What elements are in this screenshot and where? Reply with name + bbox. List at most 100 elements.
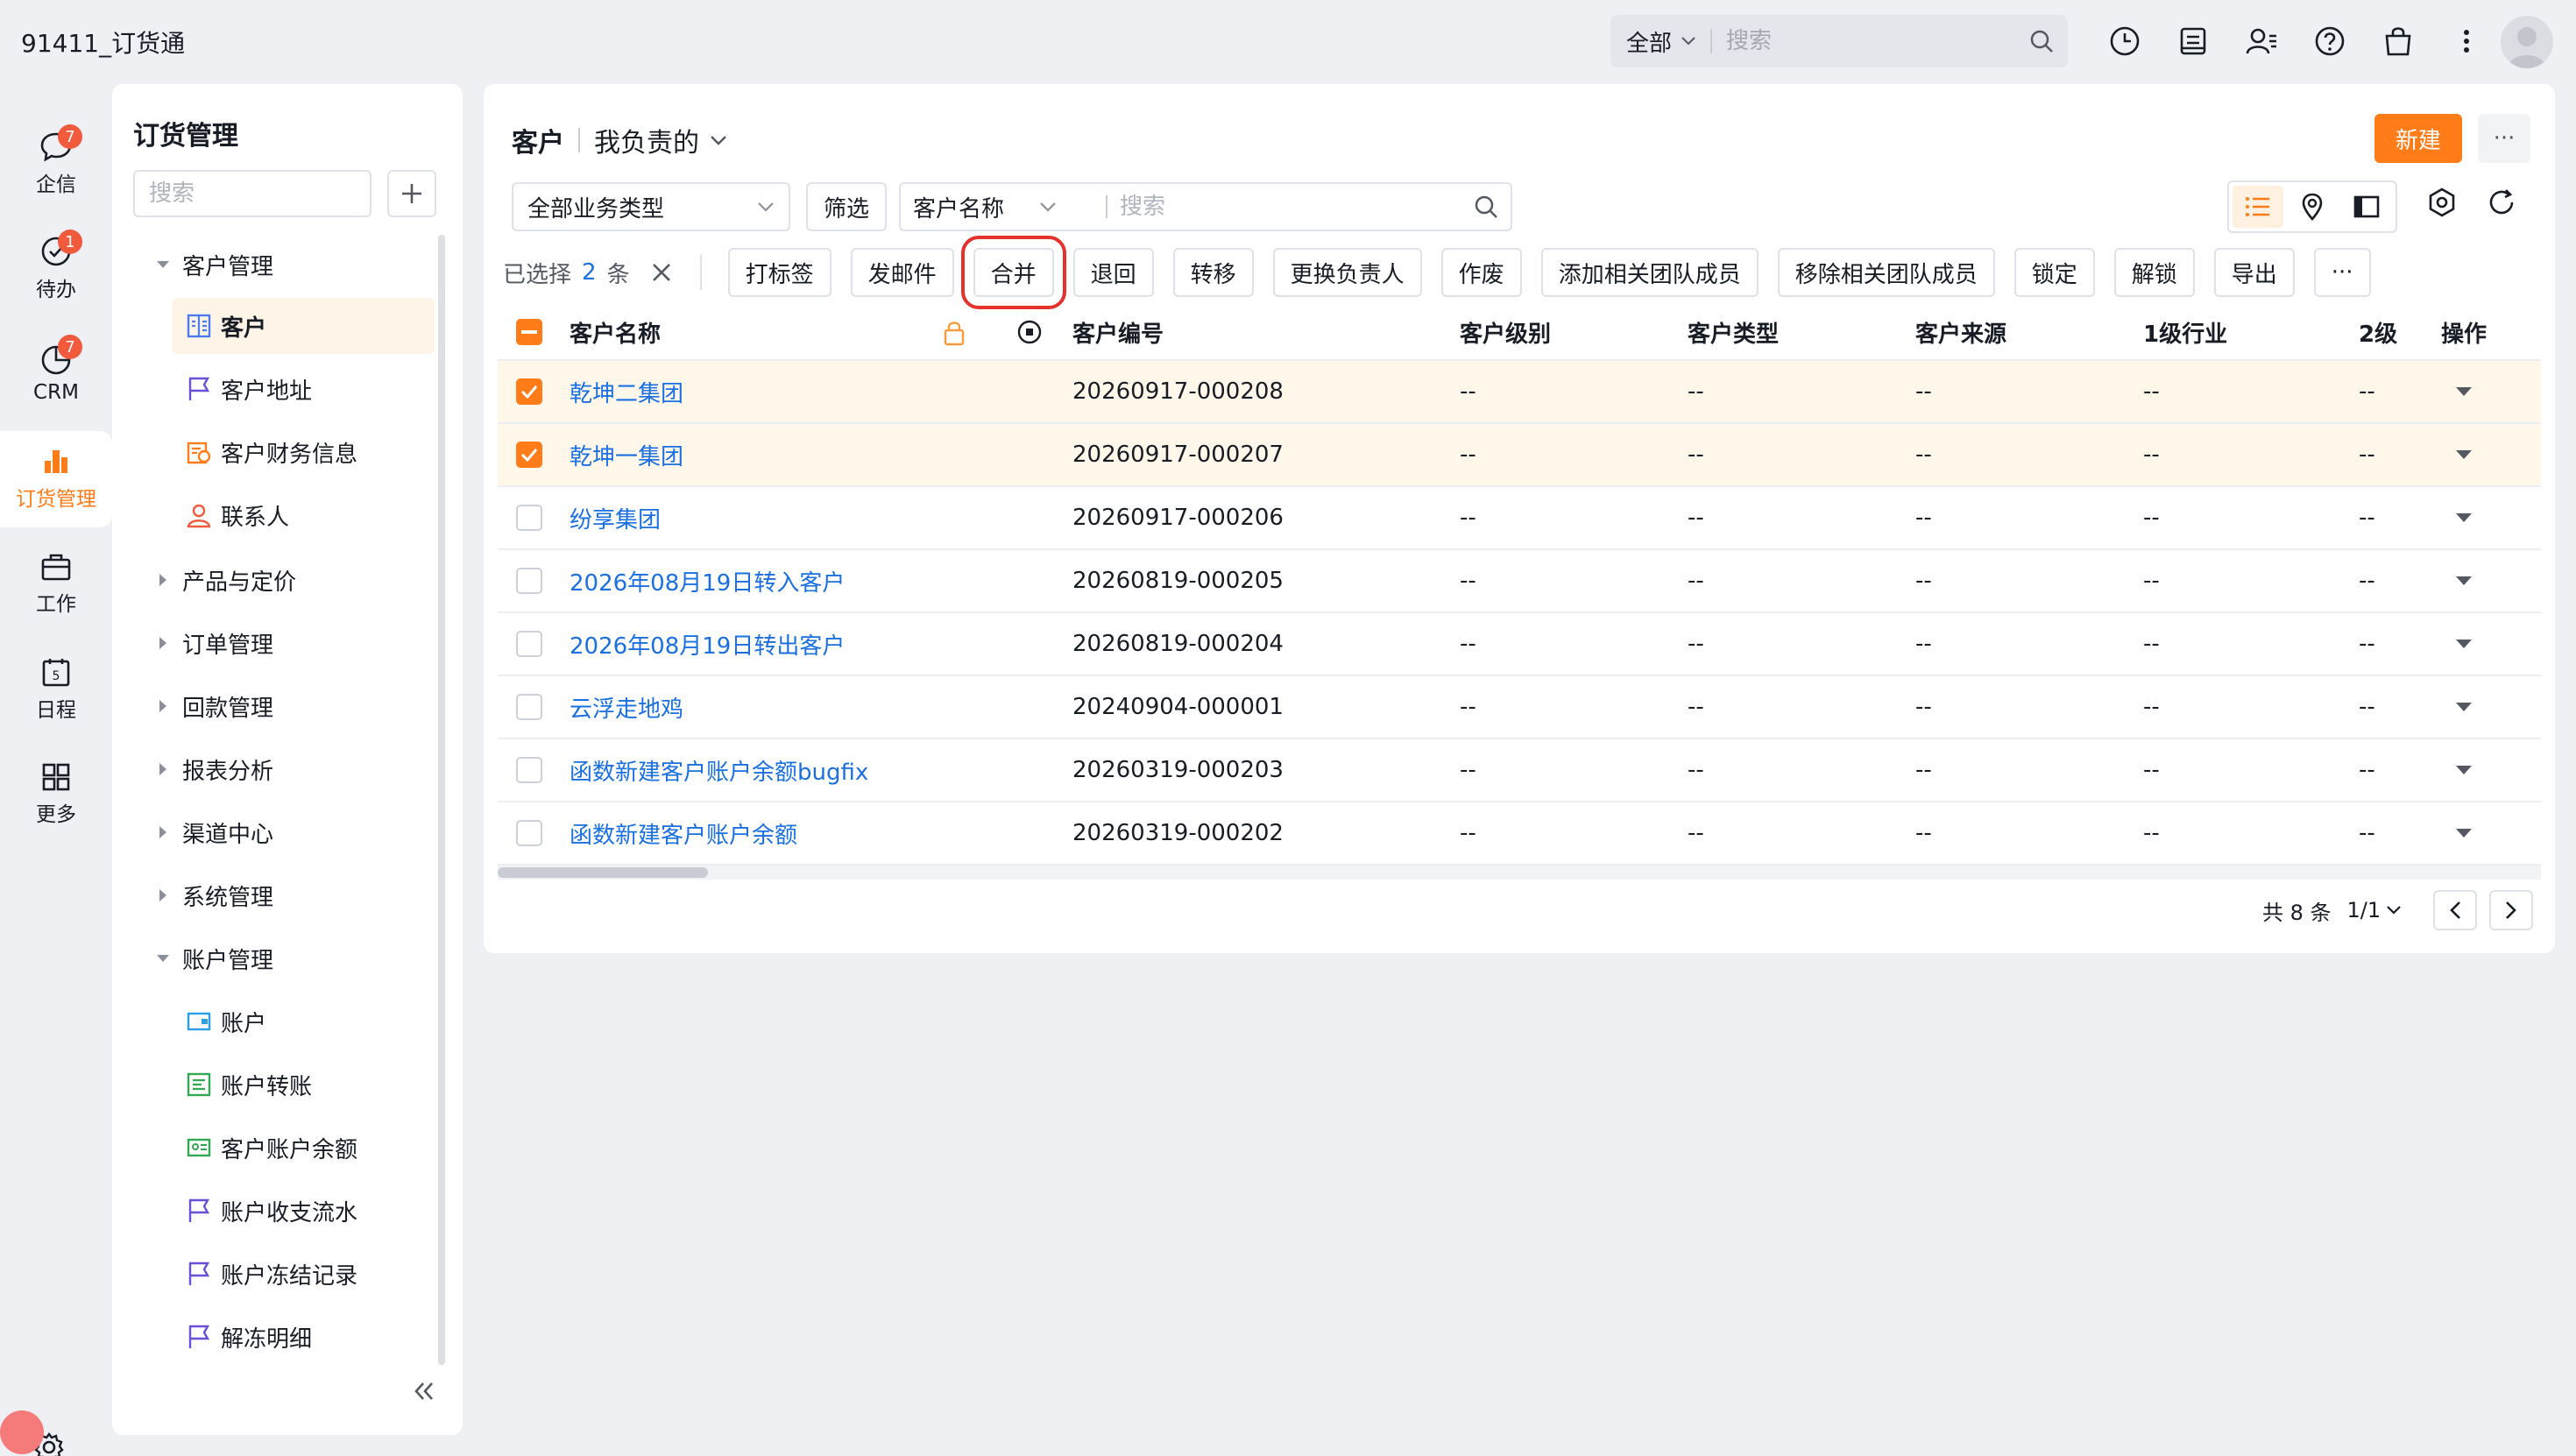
column-header-industry1[interactable]: 1级行业 bbox=[2143, 316, 2359, 349]
table-row[interactable]: 纷享集团 20260917-000206 -- -- -- -- -- bbox=[498, 487, 2541, 550]
global-search-input[interactable] bbox=[1726, 28, 2015, 54]
split-view-icon[interactable] bbox=[2341, 186, 2392, 228]
row-checkbox[interactable] bbox=[498, 820, 561, 846]
row-checkbox[interactable] bbox=[498, 378, 561, 405]
clear-selection-icon[interactable] bbox=[649, 260, 674, 285]
add-team-member-button[interactable]: 添加相关团队成员 bbox=[1540, 248, 1759, 297]
tree-item-customer-finance[interactable]: 客户财务信息 bbox=[112, 424, 438, 480]
row-checkbox[interactable] bbox=[498, 505, 561, 531]
help-icon[interactable] bbox=[2308, 19, 2352, 63]
table-row[interactable]: 函数新建客户账户余额 20260319-000202 -- -- -- -- -- bbox=[498, 802, 2541, 866]
row-actions-dropdown[interactable] bbox=[2403, 576, 2525, 586]
store-icon[interactable] bbox=[2376, 19, 2420, 63]
scope-select[interactable]: 我负责的 bbox=[594, 121, 727, 159]
row-checkbox[interactable] bbox=[498, 757, 561, 783]
send-email-button[interactable]: 发邮件 bbox=[850, 248, 954, 297]
remove-team-member-button[interactable]: 移除相关团队成员 bbox=[1777, 248, 1995, 297]
filter-button[interactable]: 筛选 bbox=[806, 182, 888, 231]
tree-item-account[interactable]: 账户 bbox=[112, 993, 438, 1050]
tree-group-products-pricing[interactable]: 产品与定价 bbox=[112, 552, 438, 608]
list-view-icon[interactable] bbox=[2233, 186, 2283, 228]
row-checkbox[interactable] bbox=[498, 568, 561, 594]
customer-name-link[interactable]: 函数新建客户账户余额bugfix bbox=[570, 760, 868, 786]
search-icon[interactable] bbox=[2015, 29, 2068, 53]
row-checkbox[interactable] bbox=[498, 694, 561, 720]
table-row[interactable]: 云浮走地鸡 20240904-000001 -- -- -- -- -- bbox=[498, 676, 2541, 739]
tree-item-account-freeze-records[interactable]: 账户冻结记录 bbox=[112, 1246, 438, 1302]
tree-item-account-flow[interactable]: 账户收支流水 bbox=[112, 1183, 438, 1239]
search-scope-select[interactable]: 全部 bbox=[1610, 25, 1696, 58]
row-actions-dropdown[interactable] bbox=[2403, 765, 2525, 775]
tree-group-order-management[interactable]: 订单管理 bbox=[112, 615, 438, 671]
customer-name-link[interactable]: 乾坤二集团 bbox=[570, 381, 683, 407]
map-pin-icon[interactable] bbox=[2287, 186, 2338, 228]
contacts-icon[interactable] bbox=[2240, 19, 2283, 63]
transfer-button[interactable]: 转移 bbox=[1172, 248, 1254, 297]
sidebar-search-input[interactable] bbox=[133, 170, 372, 217]
rail-item-work[interactable]: 工作 bbox=[0, 536, 112, 633]
row-actions-dropdown[interactable] bbox=[2403, 449, 2525, 460]
customer-name-link[interactable]: 2026年08月19日转入客户 bbox=[570, 570, 845, 597]
global-search[interactable]: 全部 bbox=[1610, 15, 2068, 67]
rail-item-more[interactable]: 更多 bbox=[0, 746, 112, 843]
tree-item-customer[interactable]: 客户 bbox=[172, 298, 435, 354]
tree-item-contacts[interactable]: 联系人 bbox=[112, 487, 438, 543]
column-header-name[interactable]: 客户名称 bbox=[561, 316, 1072, 349]
column-header-industry2[interactable]: 2级 bbox=[2359, 316, 2403, 349]
column-header-level[interactable]: 客户级别 bbox=[1460, 316, 1688, 349]
table-settings-icon[interactable] bbox=[2427, 187, 2457, 223]
tree-group-channel-center[interactable]: 渠道中心 bbox=[112, 804, 438, 860]
void-button[interactable]: 作废 bbox=[1440, 248, 1522, 297]
tree-group-system-management[interactable]: 系统管理 bbox=[112, 867, 438, 923]
lock-column-icon[interactable] bbox=[943, 319, 966, 353]
row-checkbox[interactable] bbox=[498, 631, 561, 657]
scrollbar-thumb[interactable] bbox=[498, 867, 708, 878]
rail-item-qixin[interactable]: 企信 7 bbox=[0, 116, 112, 212]
prev-page-button[interactable] bbox=[2433, 890, 2478, 930]
page-select[interactable]: 1/1 bbox=[2347, 898, 2403, 922]
business-type-select[interactable]: 全部业务类型 bbox=[512, 182, 790, 231]
unlock-button[interactable]: 解锁 bbox=[2113, 248, 2195, 297]
rail-item-order-management[interactable]: 订货管理 bbox=[0, 431, 112, 527]
more-vertical-icon[interactable] bbox=[2445, 19, 2488, 63]
more-actions-button[interactable]: ··· bbox=[2313, 248, 2371, 297]
column-header-type[interactable]: 客户类型 bbox=[1688, 316, 1915, 349]
collapse-sidebar-icon[interactable] bbox=[412, 1381, 436, 1408]
row-actions-dropdown[interactable] bbox=[2403, 512, 2525, 523]
merge-button[interactable]: 合并 bbox=[960, 236, 1066, 309]
table-row[interactable]: 2026年08月19日转入客户 20260819-000205 -- -- -- -- -- bbox=[498, 550, 2541, 613]
row-actions-dropdown[interactable] bbox=[2403, 386, 2525, 397]
tree-group-payment-management[interactable]: 回款管理 bbox=[112, 678, 438, 734]
row-actions-dropdown[interactable] bbox=[2403, 828, 2525, 838]
customer-name-link[interactable]: 纷享集团 bbox=[570, 507, 661, 534]
more-options-button[interactable]: ··· bbox=[2478, 114, 2530, 163]
search-icon[interactable] bbox=[1461, 194, 1511, 219]
tree-item-unfreeze-details[interactable]: 解冻明细 bbox=[112, 1309, 438, 1365]
export-button[interactable]: 导出 bbox=[2213, 248, 2295, 297]
customer-name-link[interactable]: 2026年08月19日转出客户 bbox=[570, 633, 845, 660]
table-row[interactable]: 函数新建客户账户余额bugfix 20260319-000203 -- -- -- -- -… bbox=[498, 739, 2541, 802]
tag-button[interactable]: 打标签 bbox=[727, 248, 832, 297]
horizontal-scrollbar[interactable] bbox=[498, 866, 2541, 880]
row-actions-dropdown[interactable] bbox=[2403, 702, 2525, 712]
column-header-source[interactable]: 客户来源 bbox=[1915, 316, 2143, 349]
tree-item-customer-account-balance[interactable]: 客户账户余额 bbox=[112, 1120, 438, 1176]
rail-item-todo[interactable]: 待办 1 bbox=[0, 221, 112, 317]
tree-group-report-analysis[interactable]: 报表分析 bbox=[112, 741, 438, 797]
tree-item-customer-address[interactable]: 客户地址 bbox=[112, 361, 438, 417]
table-row[interactable]: 2026年08月19日转出客户 20260819-000204 -- -- -- -- -- bbox=[498, 613, 2541, 676]
table-row[interactable]: 乾坤一集团 20260917-000207 -- -- -- -- -- bbox=[498, 424, 2541, 487]
search-field-select[interactable]: 客户名称 bbox=[913, 191, 1106, 223]
customer-name-link[interactable]: 乾坤一集团 bbox=[570, 444, 683, 470]
change-owner-button[interactable]: 更换负责人 bbox=[1272, 248, 1422, 297]
customer-name-link[interactable]: 云浮走地鸡 bbox=[570, 696, 683, 723]
user-avatar[interactable] bbox=[2501, 16, 2553, 68]
refresh-icon[interactable] bbox=[2487, 187, 2516, 223]
column-header-number[interactable]: 客户编号 bbox=[1072, 316, 1460, 349]
clock-icon[interactable] bbox=[2103, 19, 2147, 63]
tree-item-account-transfer[interactable]: 账户转账 bbox=[112, 1057, 438, 1113]
next-page-button[interactable] bbox=[2489, 890, 2534, 930]
new-button[interactable]: 新建 bbox=[2374, 114, 2462, 163]
add-menu-button[interactable] bbox=[387, 170, 436, 217]
return-button[interactable]: 退回 bbox=[1072, 248, 1154, 297]
